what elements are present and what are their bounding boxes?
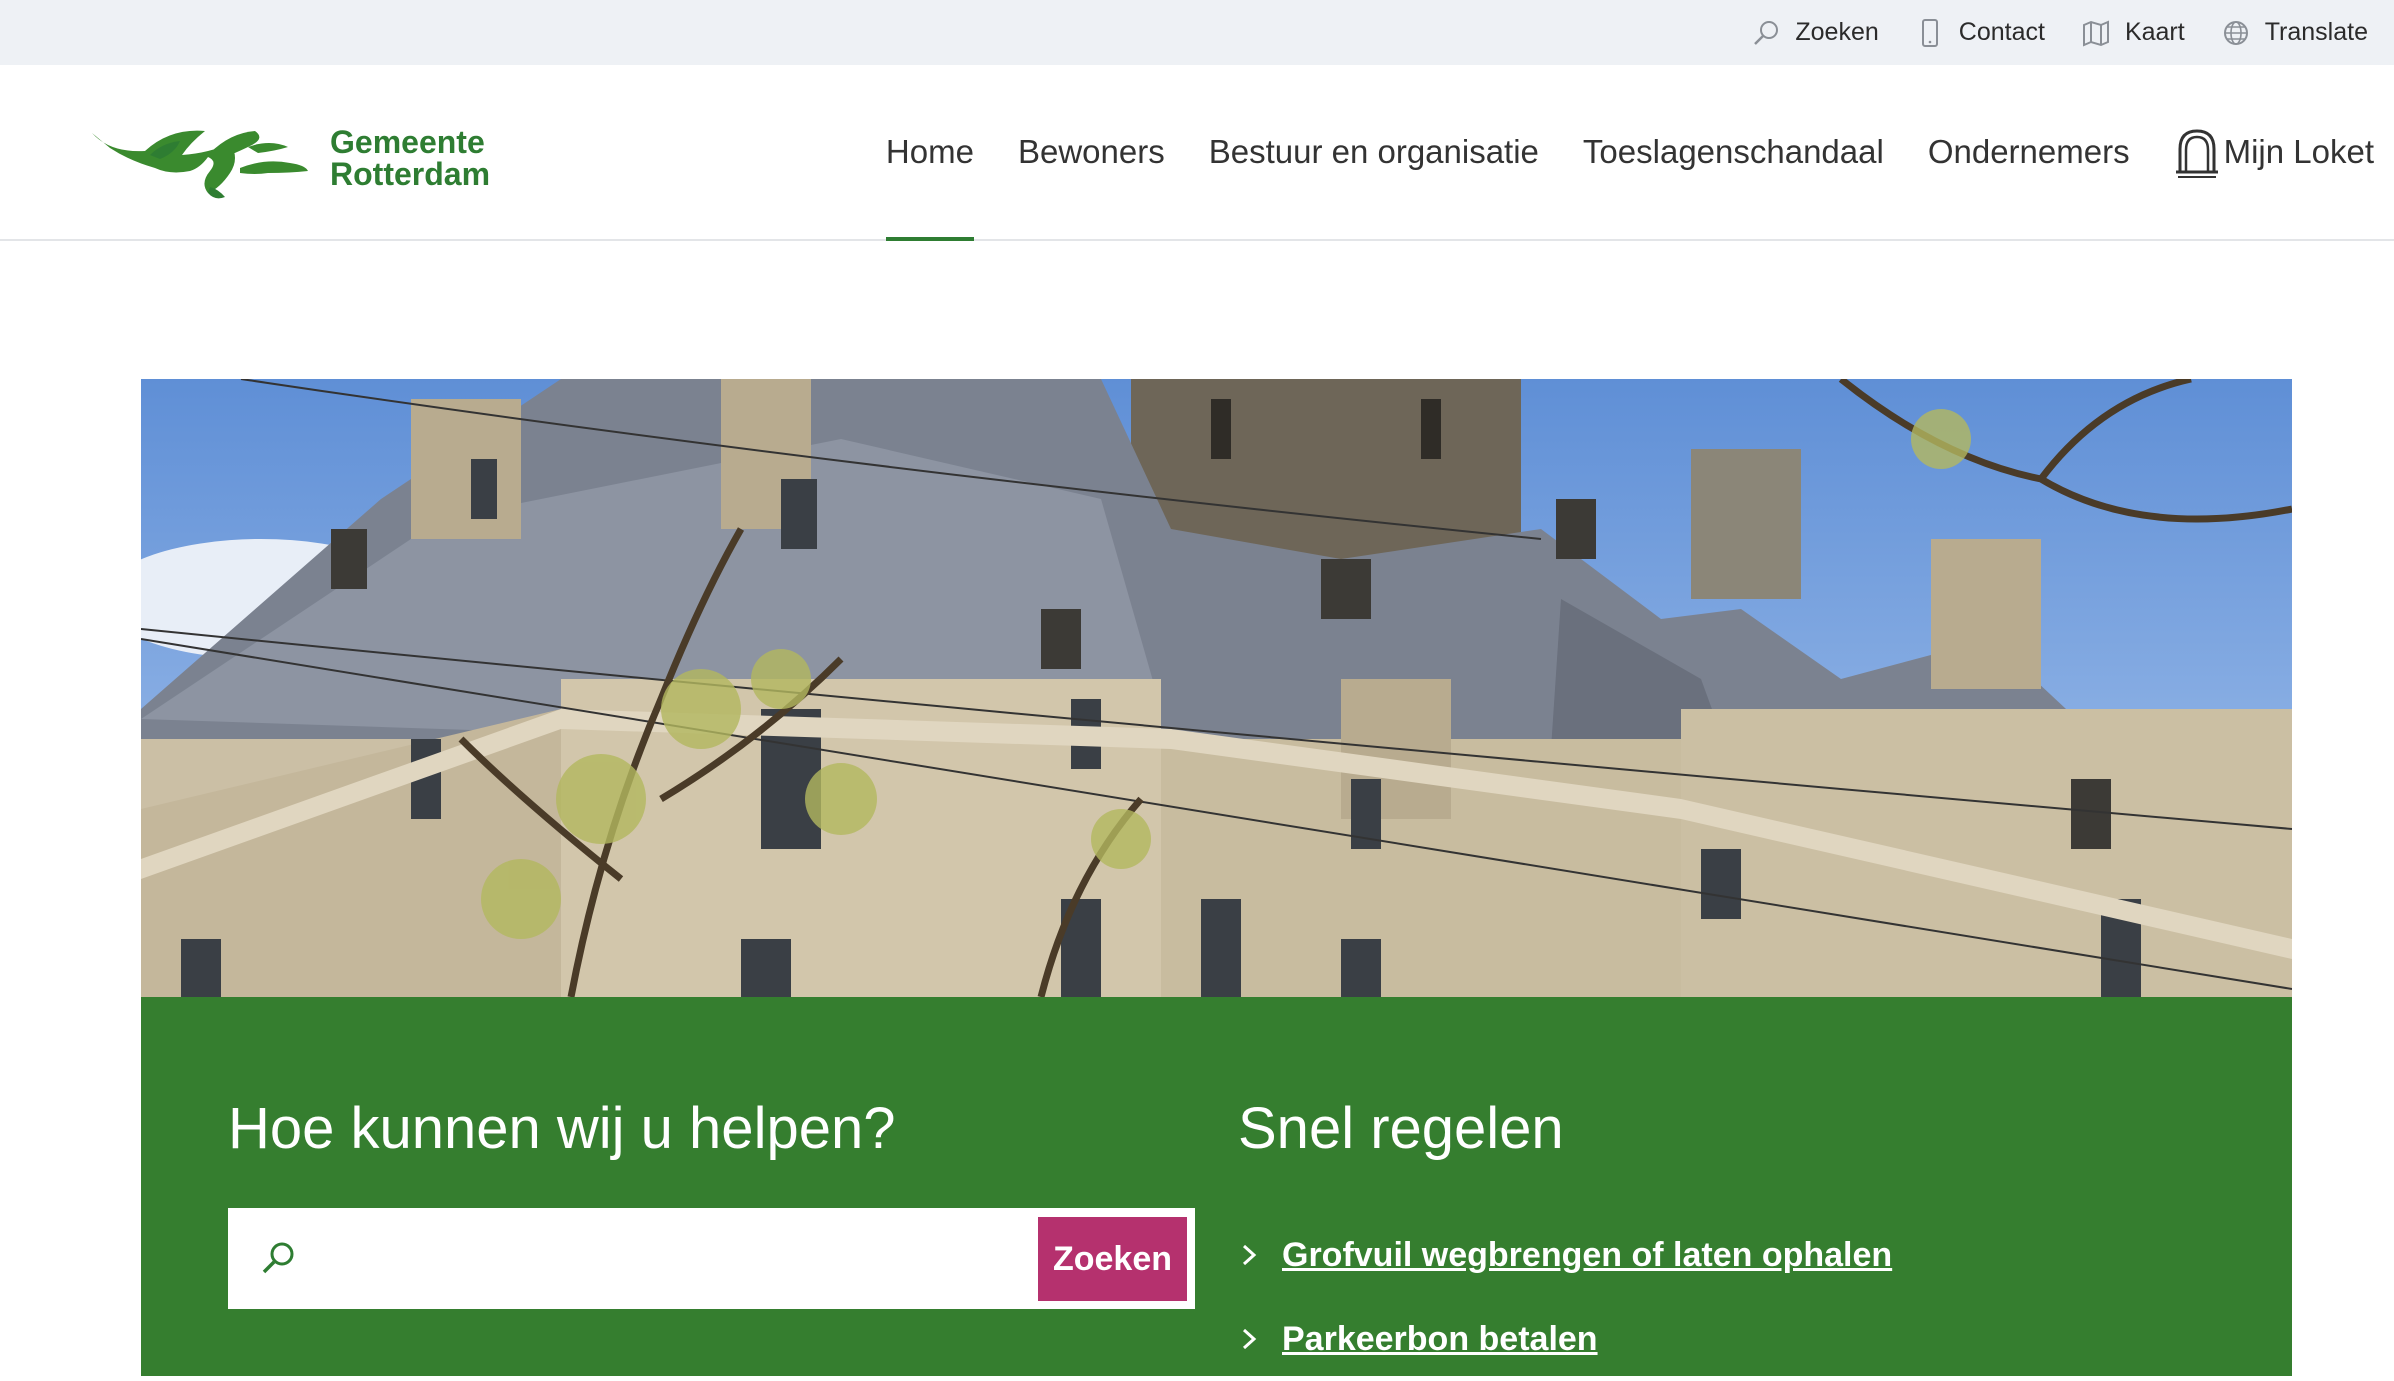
main-header: Gemeente Rotterdam Home Bewoners Bestuur…: [0, 65, 2394, 241]
utility-map-link[interactable]: Kaart: [2081, 18, 2185, 48]
main-nav: Home Bewoners Bestuur en organisatie Toe…: [885, 65, 2374, 241]
city-hall-illustration: [141, 379, 2292, 997]
quick-link-grofvuil[interactable]: Grofvuil wegbrengen of laten ophalen: [1282, 1236, 1892, 1275]
utility-contact-label: Contact: [1958, 18, 2045, 46]
chevron-right-icon: [1242, 1244, 1257, 1266]
utility-translate-label: Translate: [2264, 18, 2368, 46]
nav-item-mijn-loket[interactable]: Mijn Loket: [2174, 65, 2374, 239]
globe-icon: [2223, 20, 2248, 45]
logo[interactable]: Gemeente Rotterdam: [90, 113, 490, 203]
utility-translate-link[interactable]: Translate: [2221, 18, 2368, 48]
logo-line-2: Rotterdam: [330, 156, 491, 192]
search-input[interactable]: [318, 1218, 918, 1298]
nav-item-ondernemers[interactable]: Ondernemers: [1928, 65, 2130, 239]
quick-link-item[interactable]: Grofvuil wegbrengen of laten ophalen: [1238, 1213, 1892, 1297]
search-form: Zoeken: [228, 1208, 1195, 1309]
utility-bar: Zoeken Contact Kaart Translate: [0, 0, 2394, 65]
chevron-right-icon: [1242, 1328, 1257, 1350]
utility-map-label: Kaart: [2124, 18, 2185, 46]
search-icon: [1754, 20, 1779, 45]
logo-text: Gemeente Rotterdam: [330, 126, 490, 190]
utility-contact-link[interactable]: Contact: [1915, 18, 2045, 48]
utility-search-link[interactable]: Zoeken: [1751, 18, 1879, 48]
help-panel: Hoe kunnen wij u helpen? Snel regelen Zo…: [141, 997, 2292, 1376]
help-title: Hoe kunnen wij u helpen?: [228, 1096, 896, 1161]
quick-link-parkeerbon[interactable]: Parkeerbon betalen: [1282, 1320, 1598, 1359]
map-icon: [2082, 19, 2109, 47]
nav-item-bestuur[interactable]: Bestuur en organisatie: [1209, 65, 1539, 239]
search-icon: [262, 1242, 294, 1274]
logo-emblem-icon: [92, 130, 308, 199]
quick-links-list: Grofvuil wegbrengen of laten ophalen Par…: [1238, 1213, 1892, 1381]
phone-icon: [1921, 18, 1938, 47]
quick-link-item[interactable]: Parkeerbon betalen: [1238, 1297, 1892, 1381]
snel-regelen-title: Snel regelen: [1238, 1096, 1564, 1161]
logo-line-1: Gemeente: [330, 124, 485, 160]
search-button[interactable]: Zoeken: [1038, 1217, 1187, 1301]
utility-search-label: Zoeken: [1795, 18, 1879, 46]
mijn-loket-label: Mijn Loket: [2223, 133, 2374, 170]
hero-image: [141, 379, 2292, 997]
nav-item-home[interactable]: Home: [885, 65, 974, 241]
nav-item-bewoners[interactable]: Bewoners: [1018, 65, 1165, 239]
nav-item-toeslagenschandaal[interactable]: Toeslagenschandaal: [1583, 65, 1884, 239]
bell-icon: [2175, 129, 2218, 178]
